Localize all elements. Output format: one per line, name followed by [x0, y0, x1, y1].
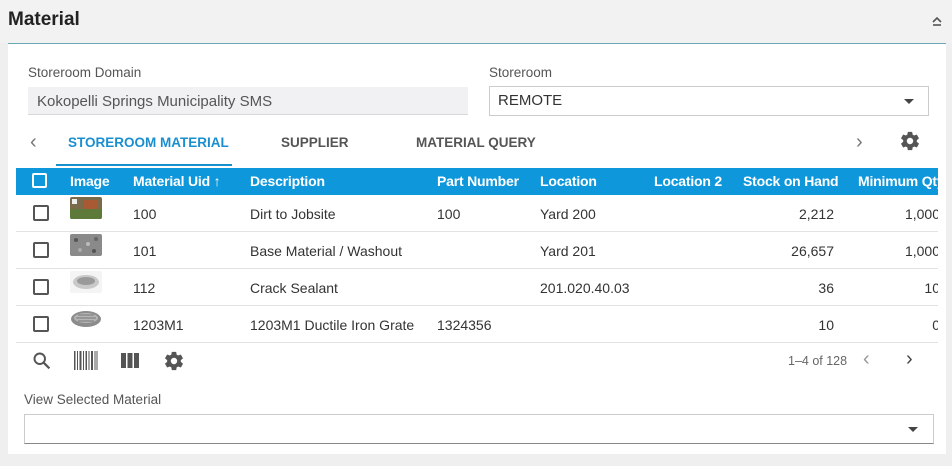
storeroom-value: REMOTE [498, 92, 563, 109]
column-part-number[interactable]: Part Number [437, 173, 519, 189]
column-location[interactable]: Location [540, 173, 597, 189]
cell-location: Yard 200 [540, 206, 596, 222]
select-all-checkbox[interactable] [32, 173, 47, 188]
row-checkbox[interactable] [33, 205, 49, 221]
page-title: Material [8, 9, 80, 30]
cell-description: Crack Sealant [250, 280, 338, 296]
previous-page-icon[interactable]: ‹ [863, 348, 870, 371]
storeroom-domain-field: Kokopelli Springs Municipality SMS [28, 87, 468, 115]
cell-part-number: 1324356 [437, 317, 492, 333]
cell-description: Dirt to Jobsite [250, 206, 336, 222]
cell-material-uid: 112 [133, 280, 156, 296]
tab-scroll-right-icon[interactable]: › [856, 131, 863, 154]
material-thumbnail [70, 197, 102, 219]
table-settings-gear-icon[interactable] [163, 350, 185, 372]
column-material-uid-label: Material Uid [133, 173, 210, 189]
search-icon[interactable] [31, 350, 52, 371]
collapse-icon[interactable] [928, 12, 946, 30]
gear-icon[interactable] [899, 130, 921, 152]
column-location-2[interactable]: Location 2 [654, 173, 722, 189]
table-row[interactable]: 112 Crack Sealant 201.020.40.03 36 10 [16, 269, 938, 306]
chevron-down-icon [908, 427, 918, 432]
cell-stock-on-hand: 36 [818, 280, 834, 296]
row-checkbox[interactable] [33, 316, 49, 332]
table-row[interactable]: 100 Dirt to Jobsite 100 Yard 200 2,212 1… [16, 195, 938, 232]
cell-minimum-qty: 0 [840, 317, 938, 333]
view-selected-material-select[interactable] [24, 414, 934, 444]
table-header: Image Material Uid ↑ Description Part Nu… [16, 168, 938, 195]
storeroom-domain-label: Storeroom Domain [28, 65, 142, 80]
sort-asc-icon: ↑ [213, 173, 221, 189]
storeroom-select[interactable]: REMOTE [489, 86, 929, 116]
tab-active-indicator [56, 164, 232, 166]
cell-location: Yard 201 [540, 243, 596, 259]
cell-minimum-qty: 1,000 [904, 243, 938, 259]
cell-description: Base Material / Washout [250, 243, 402, 259]
panel-header [0, 0, 952, 43]
cell-stock-on-hand: 2,212 [798, 206, 834, 222]
table-row[interactable]: 101 Base Material / Washout Yard 201 26,… [16, 232, 938, 269]
tab-supplier[interactable]: SUPPLIER [281, 135, 349, 150]
table-row[interactable]: 1203M1 1203M1 Ductile Iron Grate 1324356… [16, 306, 938, 343]
material-thumbnail [70, 234, 102, 256]
next-page-icon[interactable]: › [906, 348, 913, 371]
tab-scroll-left-icon[interactable]: ‹ [30, 131, 37, 154]
pagination-range: 1–4 of 128 [788, 354, 848, 368]
cell-location: 201.020.40.03 [540, 280, 630, 296]
cell-minimum-qty: 1,000 [904, 206, 938, 222]
cell-description: 1203M1 Ductile Iron Grate [250, 317, 415, 333]
columns-icon[interactable] [121, 353, 139, 368]
cell-minimum-qty: 10 [924, 280, 938, 296]
cell-stock-on-hand: 10 [818, 317, 834, 333]
row-checkbox[interactable] [33, 242, 49, 258]
cell-stock-on-hand: 26,657 [791, 243, 834, 259]
column-material-uid[interactable]: Material Uid ↑ [133, 173, 221, 189]
chevron-down-icon [904, 99, 914, 104]
cell-part-number: 100 [437, 206, 461, 222]
storeroom-domain-value: Kokopelli Springs Municipality SMS [37, 93, 273, 110]
material-thumbnail [70, 271, 102, 293]
column-minimum-qty[interactable]: Minimum Qty [858, 173, 938, 189]
storeroom-label: Storeroom [489, 65, 553, 80]
cell-material-uid: 100 [133, 206, 157, 222]
tab-storeroom-material[interactable]: STOREROOM MATERIAL [68, 135, 229, 150]
view-selected-material-label: View Selected Material [24, 392, 162, 407]
column-image[interactable]: Image [70, 173, 110, 189]
column-stock-on-hand[interactable]: Stock on Hand [743, 173, 839, 189]
barcode-icon[interactable] [73, 350, 98, 371]
column-description[interactable]: Description [250, 173, 325, 189]
cell-material-uid: 101 [133, 243, 157, 259]
row-checkbox[interactable] [33, 279, 49, 295]
material-thumbnail [70, 308, 102, 330]
cell-material-uid: 1203M1 [133, 317, 184, 333]
tab-material-query[interactable]: MATERIAL QUERY [416, 135, 536, 150]
